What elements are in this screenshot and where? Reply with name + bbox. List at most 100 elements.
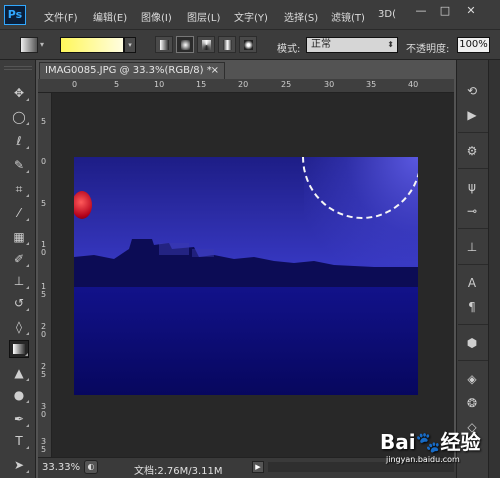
menu-layer[interactable]: 图层(L) xyxy=(187,9,220,24)
status-info-icon[interactable]: ◐ xyxy=(84,460,98,474)
panel-divider xyxy=(458,132,488,133)
watermark-url: jingyan.baidu.com xyxy=(386,455,460,464)
brush-icon[interactable]: ✐ xyxy=(9,250,29,268)
mode-label: 模式: xyxy=(277,44,301,55)
minimize-button[interactable]: — xyxy=(410,3,432,19)
3d-panel-icon[interactable]: ⬢ xyxy=(462,334,482,352)
linear-gradient-button[interactable] xyxy=(155,36,173,53)
panel-divider xyxy=(458,264,488,265)
ruler-label: 3 0 xyxy=(41,402,47,419)
actions-panel-icon[interactable]: ▶ xyxy=(462,106,482,124)
ruler-label: 1 0 xyxy=(41,240,47,257)
panel-divider xyxy=(458,360,488,361)
tool-preset-picker[interactable] xyxy=(20,37,38,53)
baidu-jingyan-watermark: Bai🐾经验 xyxy=(380,430,481,454)
opacity-label: 不透明度: xyxy=(406,44,450,55)
reflected-gradient-icon xyxy=(223,40,232,50)
dodge-icon[interactable]: ● xyxy=(9,386,29,404)
menu-select[interactable]: 选择(S) xyxy=(284,9,318,24)
ruler-label: 15 xyxy=(196,80,207,89)
panel-divider xyxy=(458,168,488,169)
panel-divider xyxy=(458,228,488,229)
ruler-label: 10 xyxy=(154,80,165,89)
angle-gradient-icon xyxy=(202,40,211,50)
history-brush-icon[interactable]: ↺ xyxy=(9,294,29,312)
document-tab-title: IMAG0085.JPG @ 33.3%(RGB/8) * xyxy=(45,65,212,76)
ruler-label: 5 xyxy=(114,80,120,89)
properties-panel-icon[interactable]: ⚙ xyxy=(462,142,482,160)
panel-scrollbar[interactable] xyxy=(488,60,500,478)
pen-icon[interactable]: ✒ xyxy=(9,410,29,428)
ruler-label: 5 xyxy=(41,199,47,208)
water-surface xyxy=(74,287,418,395)
ruler-label: 40 xyxy=(408,80,419,89)
linear-gradient-icon xyxy=(160,40,169,50)
ruler-label: 2 5 xyxy=(41,362,47,379)
blur-icon[interactable]: ▲ xyxy=(9,364,29,382)
path-selection-icon[interactable]: ➤ xyxy=(9,456,29,474)
menu-edit[interactable]: 编辑(E) xyxy=(93,9,127,24)
angle-gradient-button[interactable] xyxy=(197,36,215,53)
mode-select[interactable]: 正常 ⬍ xyxy=(306,37,398,53)
ruler-horizontal: 0 5 10 15 20 25 30 35 40 xyxy=(38,79,454,93)
gradient-picker-arrow-icon[interactable]: ▾ xyxy=(124,37,136,53)
document-tab[interactable]: IMAG0085.JPG @ 33.3%(RGB/8) * × xyxy=(39,62,225,79)
move-tool-icon[interactable]: ✥ xyxy=(9,84,29,102)
paragraph-panel-icon[interactable]: ¶ xyxy=(462,298,482,316)
document-size: 文档:2.76M/3.11M xyxy=(134,466,223,477)
menu-filter[interactable]: 滤镜(T) xyxy=(331,9,365,24)
menu-image[interactable]: 图像(I) xyxy=(141,9,172,24)
character-panel-icon[interactable]: A xyxy=(462,274,482,292)
panel-grip[interactable] xyxy=(4,66,32,70)
photoshop-logo: Ps xyxy=(4,5,26,25)
city-skyline xyxy=(74,239,418,287)
lasso-icon[interactable]: ℓ xyxy=(9,132,29,150)
menu-3d[interactable]: 3D( xyxy=(378,9,396,20)
close-tab-icon[interactable]: × xyxy=(211,63,219,79)
brush-panel-icon[interactable]: ψ xyxy=(462,178,482,196)
adjustments-panel-icon[interactable]: ⊸ xyxy=(462,202,482,220)
ruler-label: 3 5 xyxy=(41,437,47,454)
crop-icon[interactable]: ⌗ xyxy=(9,180,29,198)
ruler-vertical: 5 0 5 1 0 1 5 2 0 2 5 3 0 3 5 xyxy=(38,93,52,457)
layers-panel-icon[interactable]: ◈ xyxy=(462,370,482,388)
eraser-icon[interactable]: ◊ xyxy=(9,318,29,336)
menu-file[interactable]: 文件(F) xyxy=(44,9,78,24)
ruler-label: 0 xyxy=(41,157,47,166)
elliptical-marquee-icon[interactable]: ◯ xyxy=(9,108,29,126)
ruler-label: 5 xyxy=(41,117,47,126)
image-canvas[interactable] xyxy=(74,157,418,395)
red-lantern xyxy=(74,191,92,219)
ruler-label: 35 xyxy=(366,80,377,89)
opacity-input[interactable]: 100% xyxy=(457,37,490,53)
channels-panel-icon[interactable]: ❂ xyxy=(462,394,482,412)
radial-gradient-button[interactable] xyxy=(176,36,194,53)
healing-brush-icon[interactable]: ▦ xyxy=(9,228,29,246)
tool-preset-arrow-icon[interactable]: ▾ xyxy=(40,40,44,49)
ruler-label: 30 xyxy=(324,80,335,89)
gradient-preview[interactable] xyxy=(60,37,124,53)
history-panel-icon[interactable]: ⟲ xyxy=(462,82,482,100)
eyedropper-icon[interactable]: ⁄ xyxy=(9,204,29,222)
ruler-label: 0 xyxy=(72,80,78,89)
maximize-button[interactable]: □ xyxy=(434,3,456,19)
quick-selection-icon[interactable]: ✎ xyxy=(9,156,29,174)
reflected-gradient-button[interactable] xyxy=(218,36,236,53)
mode-select-value: 正常 xyxy=(311,39,331,50)
ruler-label: 20 xyxy=(238,80,249,89)
diamond-gradient-icon xyxy=(244,40,253,50)
diamond-gradient-button[interactable] xyxy=(239,36,257,53)
ruler-label: 1 5 xyxy=(41,282,47,299)
ruler-label: 25 xyxy=(281,80,292,89)
clone-stamp-icon[interactable]: ⊥ xyxy=(9,272,29,290)
status-menu-arrow-icon[interactable]: ▶ xyxy=(252,461,264,473)
close-button[interactable]: ✕ xyxy=(460,3,482,19)
radial-gradient-icon xyxy=(181,40,190,50)
zoom-level[interactable]: 33.33% xyxy=(42,462,80,473)
menu-type[interactable]: 文字(Y) xyxy=(234,9,268,24)
panel-divider xyxy=(458,324,488,325)
ruler-label: 2 0 xyxy=(41,322,47,339)
gradient-icon[interactable] xyxy=(9,340,29,358)
type-icon[interactable]: T xyxy=(9,432,29,450)
clone-source-icon[interactable]: ⊥ xyxy=(462,238,482,256)
